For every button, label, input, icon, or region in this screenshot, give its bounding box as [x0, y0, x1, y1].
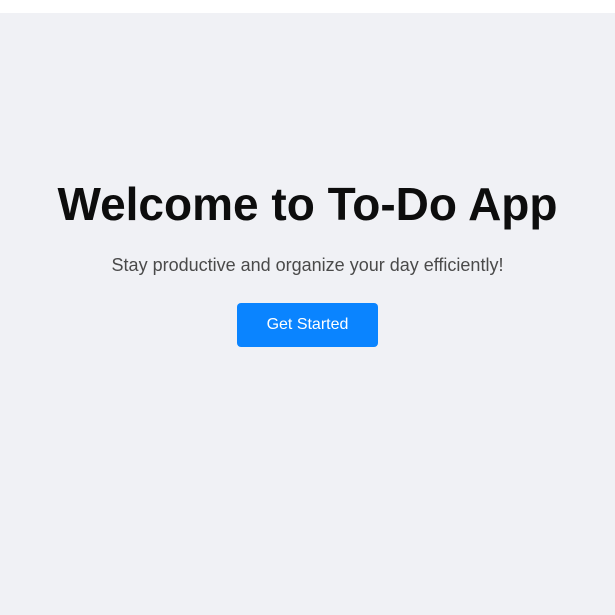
page-subtitle: Stay productive and organize your day ef…	[111, 255, 504, 275]
page-title: Welcome to To-Do App	[57, 178, 558, 230]
top-strip	[0, 0, 615, 13]
get-started-button[interactable]: Get Started	[237, 303, 378, 347]
hero-section: Welcome to To-Do App Stay productive and…	[0, 168, 615, 347]
cta-container: Get Started	[0, 303, 615, 347]
